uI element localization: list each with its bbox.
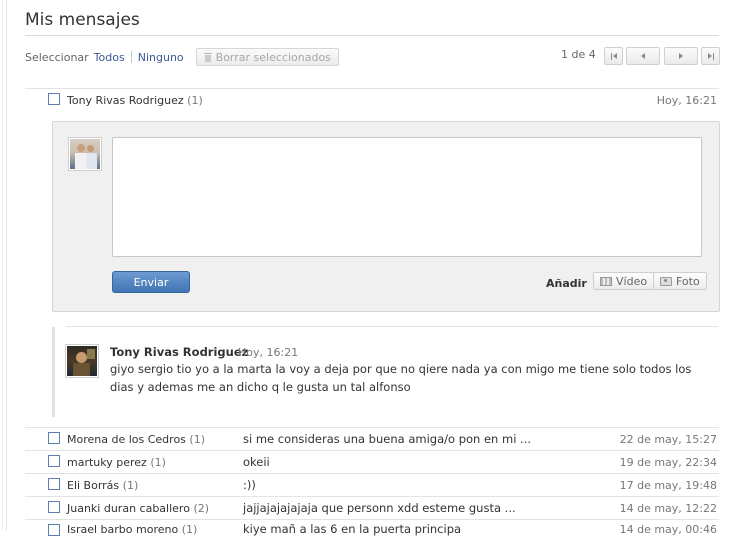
conversation-date: 19 de may, 22:34 [619, 456, 717, 469]
first-page-button[interactable] [604, 47, 623, 65]
previous-icon [641, 53, 645, 59]
conversation-date: Hoy, 16:21 [656, 94, 717, 107]
pagination-text: 1 de 4 [561, 48, 596, 61]
message-count: (2) [193, 502, 210, 515]
conversation-snippet: kiye mañ a las 6 en la puerta principa [243, 522, 462, 536]
conversation-name: Tony Rivas Rodriguez (1) [67, 94, 203, 107]
message-author[interactable]: Tony Rivas Rodriguez [110, 345, 248, 359]
trash-icon [203, 52, 212, 62]
message-count: (1) [189, 433, 206, 446]
reply-textarea[interactable] [112, 137, 702, 257]
list-divider [25, 450, 719, 451]
row-checkbox[interactable] [48, 478, 60, 490]
add-label: Añadir [546, 277, 587, 290]
selection-bar: Seleccionar Todos Ninguno Borrar selecci… [25, 47, 339, 67]
message-count: (1) [122, 479, 139, 492]
message-count: (1) [150, 456, 166, 469]
last-page-icon [707, 52, 714, 60]
conversation-name-text: martuky perez [67, 456, 147, 469]
conversation-date: 14 de may, 12:22 [619, 502, 717, 515]
conversation-date: 17 de may, 19:48 [619, 479, 717, 492]
list-divider [25, 473, 719, 474]
conversation-name: martuky perez (1) [67, 456, 166, 469]
row-checkbox[interactable] [48, 93, 60, 105]
camera-icon [660, 276, 672, 286]
conversation-date: 22 de may, 15:27 [619, 433, 717, 446]
delete-selected-button[interactable]: Borrar seleccionados [195, 48, 339, 66]
select-none-link[interactable]: Ninguno [138, 51, 184, 64]
reply-composer: Enviar Añadir Vídeo Foto [52, 121, 720, 312]
conversation-snippet: jajjajajajajaja que personn xdd esteme g… [243, 501, 516, 515]
list-divider [25, 496, 719, 497]
add-photo-button[interactable]: Foto [653, 272, 707, 290]
list-divider [25, 427, 719, 428]
conversation-snippet: :)) [243, 478, 256, 492]
add-video-label: Vídeo [616, 274, 648, 288]
row-checkbox[interactable] [48, 455, 60, 467]
conversation-name: Juanki duran caballero (2) [67, 502, 209, 515]
conversation-snippet: si me consideras una buena amiga/o pon e… [243, 432, 532, 446]
add-video-button[interactable]: Vídeo [593, 272, 655, 290]
page-title: Mis mensajes [25, 10, 140, 30]
conversation-name-text: Eli Borrás [67, 479, 120, 492]
list-divider [25, 88, 719, 89]
message-count: (1) [187, 94, 203, 107]
video-icon [600, 276, 612, 286]
previous-page-button[interactable] [626, 47, 660, 65]
page-edge [6, 0, 7, 530]
send-button[interactable]: Enviar [112, 271, 190, 293]
row-checkbox[interactable] [48, 432, 60, 444]
add-photo-label: Foto [676, 274, 700, 288]
last-page-button[interactable] [701, 47, 720, 65]
conversation-name: Eli Borrás (1) [67, 479, 138, 492]
list-divider [25, 519, 719, 520]
page-edge [2, 0, 3, 530]
delete-selected-label: Borrar seleccionados [215, 50, 331, 64]
conversation-snippet: okeii [243, 455, 270, 469]
conversation-name-text: Tony Rivas Rodriguez [67, 94, 184, 107]
select-separator [130, 51, 132, 63]
select-label: Seleccionar [25, 50, 89, 64]
thread-divider [66, 326, 718, 327]
next-page-button[interactable] [664, 47, 698, 65]
next-icon [679, 53, 683, 59]
thread-indicator [52, 327, 55, 417]
row-checkbox[interactable] [48, 501, 60, 513]
row-checkbox[interactable] [48, 524, 60, 536]
title-divider [25, 35, 719, 36]
select-all-link[interactable]: Todos [94, 51, 125, 64]
first-page-icon [610, 52, 617, 60]
own-avatar [68, 137, 102, 171]
message-body: giyo sergio tio yo a la marta la voy a d… [110, 362, 692, 394]
sender-avatar [65, 344, 99, 378]
conversation-name: Morena de los Cedros (1) [67, 433, 205, 446]
conversation-name-text: Morena de los Cedros [67, 433, 186, 446]
conversation-name-text: Juanki duran caballero [67, 502, 190, 515]
message-time: Hoy, 16:21 [238, 346, 299, 359]
